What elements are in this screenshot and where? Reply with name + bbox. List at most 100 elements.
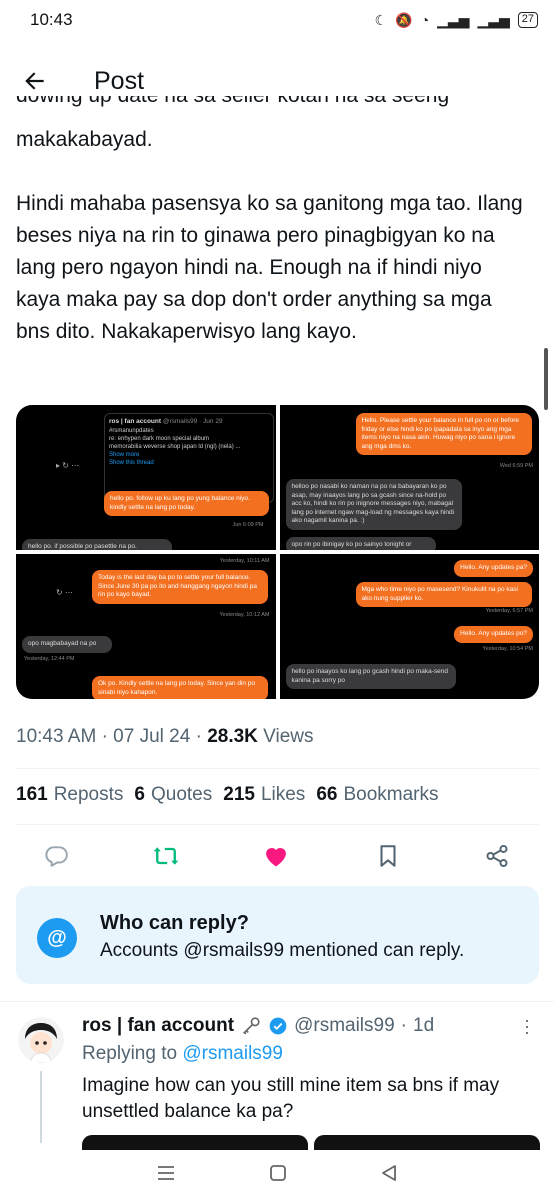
media-grid: ros | fan account @rsmails99 · Jun 29 #r… [16,405,539,699]
media-image-4[interactable]: Hello. Any updates pa? Mga who time niyo… [279,554,539,699]
stat-count: 6 [134,784,145,805]
thread-line [40,1071,42,1143]
post-paragraph-2: Hindi mahaba pasensya ko sa ganitong mga… [16,192,523,343]
dm-bubble: helloo po nasabi ko naman na po na babay… [285,479,462,530]
show-thread-link: Show this thread [109,460,154,466]
media-image-1[interactable]: ros | fan account @rsmails99 · Jun 29 #r… [16,405,276,550]
media-image-2[interactable]: Hello. Please settle your balance in ful… [279,405,539,550]
share-button[interactable] [479,838,515,874]
moon-icon: ☾ [374,11,388,28]
avatar[interactable] [18,1017,64,1063]
stat-label: Reposts [53,784,124,805]
avatar-illustration-icon [18,1017,64,1063]
post-time: 10:43 AM [16,726,97,747]
more-options-icon[interactable]: · · · [524,1011,530,1041]
views-label: Views [263,726,314,747]
stat-reposts[interactable]: 161 Reposts [16,784,123,806]
like-button[interactable] [258,838,294,874]
page-title: Post [94,66,145,95]
quoted-tweet-card: ros | fan account @rsmails99 · Jun 29 #r… [104,413,274,503]
replying-to: Replying to @rsmails99 [82,1043,283,1065]
stat-bookmarks[interactable]: 66 Bookmarks [316,784,438,806]
stat-count: 215 [223,784,255,805]
dm-bubble: hello po. if possible po pasettle na po. [22,539,172,550]
post-clipped-line: dowing up date na sa seller kotan na sa … [16,96,531,124]
dm-timestamp: Wed 6:59 PM [499,463,533,469]
mute-icon: 🔕 [395,11,413,28]
reply-settings-subtitle: Accounts @rsmails99 mentioned can reply. [100,940,465,961]
show-more-link: Show more [109,452,140,458]
dm-bubble: Ok po. Kindly settle na lang po today. S… [92,676,268,699]
back-button[interactable] [0,68,70,94]
signal-icon: ▁▃▅ [437,11,470,28]
media-image-3[interactable]: Yesterday, 10:11 AM ↻ ⋯ Today is the las… [16,554,276,699]
system-nav-bar [0,1150,554,1200]
scrollbar-thumb[interactable] [544,348,548,410]
replying-prefix: Replying to [82,1043,178,1064]
reply-tweet[interactable]: ros | fan account @rsmails99 · 1d · · · Re… [0,1003,554,1155]
reply-header: ros | fan account @rsmails99 · 1d [82,1015,434,1037]
post-paragraph-1: makakabayad. [16,128,153,151]
status-bar: 10:43 ☾ 🔕 ◔ ▁▃▅ ▁▃▅ 27 [0,0,554,40]
stat-count: 161 [16,784,48,805]
dm-action-icons: ▸ ↻ ⋯ [56,461,80,470]
separator: · [101,726,108,747]
divider [0,1001,554,1002]
stat-label: Quotes [150,784,213,805]
engagement-stats: 161 Reposts 6 Quotes 215 Likes 66 Bookmarks [16,784,438,806]
quote-name: ros | fan account [109,418,162,425]
reply-age: 1d [413,1015,435,1036]
menu-lines-icon [158,1165,175,1180]
separator: · [195,726,202,747]
bookmark-icon [380,845,396,867]
comment-icon [45,846,68,867]
stat-label: Likes [260,784,306,805]
home-button[interactable] [269,1164,287,1187]
dm-timestamp: Yesterday, 10:54 PM [482,646,533,652]
reply-settings-banner: @ Who can reply? Accounts @rsmails99 men… [16,886,539,984]
divider [16,824,539,825]
action-bar [0,838,554,874]
reply-author-name[interactable]: ros | fan account [82,1015,234,1037]
share-icon [486,844,508,868]
repost-button[interactable] [148,838,184,874]
replying-to-link[interactable]: @rsmails99 [182,1043,283,1064]
wifi-icon: ◔ [420,12,430,28]
dm-action-icons: ↻ ⋯ [56,588,73,597]
quote-line: #rsmanunpdates [109,428,154,434]
stat-count: 66 [316,784,338,805]
reply-button[interactable] [38,838,74,874]
clock: 10:43 [30,10,73,29]
repost-icon [153,847,179,865]
square-icon [270,1164,286,1181]
post-text: dowing up date na sa seller kotan na sa … [16,96,531,380]
quote-handle: @rsmails99 · Jun 29 [162,418,223,425]
battery-icon: 27 [517,12,538,28]
post-date: 07 Jul 24 [113,726,191,747]
reply-settings-title: Who can reply? [100,912,249,934]
divider [16,768,539,769]
recent-apps-button[interactable] [156,1164,176,1187]
heart-icon [266,848,286,867]
stat-label: Bookmarks [343,784,439,805]
dm-timestamp: Yesterday, 10:12 AM [219,612,270,618]
quote-line: re: enhypen dark moon special album [109,436,210,442]
separator: · [400,1015,407,1036]
bookmark-button[interactable] [370,838,406,874]
dm-bubble: hello po. follow up ku lang po yung bala… [104,491,269,516]
arrow-left-icon [25,72,44,90]
dm-bubble: Hello. Any updates po? [454,626,533,643]
system-back-button[interactable] [380,1164,398,1187]
reply-author-handle[interactable]: @rsmails99 [294,1015,395,1037]
dm-bubble: hello po inaayos ko lang po gcash hindi … [285,664,456,689]
dm-bubble: Mga who time niyo po masesend? Kinukulit… [355,582,532,607]
signal-icon-2: ▁▃▅ [477,11,510,28]
dm-bubble: Hello. Please settle your balance in ful… [355,413,532,455]
at-sign-icon: @ [37,918,77,958]
stat-likes[interactable]: 215 Likes [223,784,305,806]
dm-bubble: opo rin po ibinigay ko po sainyo tonight… [285,537,436,550]
dm-bubble: Hello. Any updates pa? [454,560,533,577]
stat-quotes[interactable]: 6 Quotes [134,784,212,806]
dm-bubble: Today is the last day ba po to settle yo… [92,570,268,604]
key-icon [243,1017,260,1035]
